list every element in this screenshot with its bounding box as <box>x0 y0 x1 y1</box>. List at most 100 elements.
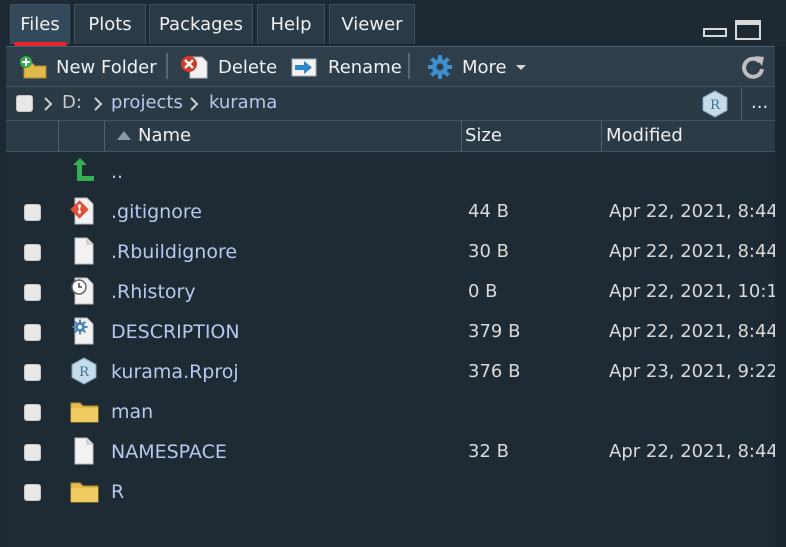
table-row[interactable]: DESCRIPTION 379 B Apr 22, 2021, 8:44 <box>6 312 778 352</box>
file-name-link[interactable]: .gitignore <box>111 192 202 232</box>
table-row[interactable]: R <box>6 472 775 512</box>
column-header-modified[interactable]: Modified <box>606 121 683 151</box>
svg-text:R: R <box>79 365 90 380</box>
path-divider <box>741 87 742 121</box>
file-name-link[interactable]: .Rbuildignore <box>111 232 237 272</box>
toolbar-divider <box>408 53 410 79</box>
maximize-icon[interactable] <box>735 20 761 40</box>
rproject-icon[interactable]: R <box>702 90 728 118</box>
minimize-icon[interactable] <box>703 20 727 38</box>
file-name-link[interactable]: man <box>111 392 153 432</box>
file-modified: Apr 22, 2021, 8:44 <box>609 321 778 342</box>
folder-icon <box>70 482 99 503</box>
tab-viewer[interactable]: Viewer <box>329 4 415 44</box>
pane-edge <box>775 46 786 547</box>
file-modified: Apr 22, 2021, 8:44 <box>609 441 778 462</box>
history-file-icon <box>71 277 94 305</box>
new-folder-icon <box>20 56 47 79</box>
tab-label: Packages <box>159 14 243 35</box>
file-size: 376 B <box>468 361 521 382</box>
row-checkbox[interactable] <box>24 484 41 501</box>
rename-icon <box>291 58 317 77</box>
column-header-size[interactable]: Size <box>465 121 502 151</box>
breadcrumb-kurama[interactable]: kurama <box>209 87 277 121</box>
file-name-link[interactable]: .. <box>111 152 123 192</box>
file-size: 30 B <box>468 241 509 262</box>
git-file-icon <box>70 197 94 225</box>
folder-icon <box>70 402 99 423</box>
table-row[interactable]: man <box>6 392 775 432</box>
file-name-link[interactable]: kurama.Rproj <box>111 352 239 392</box>
chevron-down-icon <box>515 65 526 70</box>
file-name-link[interactable]: DESCRIPTION <box>111 312 240 352</box>
column-header-name[interactable]: Name <box>138 121 191 151</box>
breadcrumb-separator-icon <box>44 97 53 111</box>
file-name-link[interactable]: R <box>111 472 124 512</box>
tab-label: Plots <box>88 14 132 35</box>
toolbar-divider <box>166 53 168 79</box>
file-modified: Apr 22, 2021, 8:44 <box>609 241 778 262</box>
file-modified: Apr 22, 2021, 10:1 <box>609 281 778 302</box>
tab-plots[interactable]: Plots <box>74 4 146 44</box>
column-divider <box>461 121 462 151</box>
breadcrumb-projects[interactable]: projects <box>111 87 183 121</box>
file-size: 44 B <box>468 201 509 222</box>
tab-packages[interactable]: Packages <box>149 4 253 44</box>
file-icon <box>74 237 94 265</box>
file-size: 0 B <box>468 281 498 302</box>
svg-text:R: R <box>710 98 721 113</box>
delete-icon <box>181 56 208 79</box>
tab-help[interactable]: Help <box>257 4 325 44</box>
more-menu-button[interactable]: More <box>426 47 529 87</box>
tab-label: Help <box>270 14 312 35</box>
more-label: More <box>462 56 507 78</box>
row-checkbox[interactable] <box>24 444 41 461</box>
refresh-icon[interactable] <box>740 54 766 80</box>
table-row[interactable]: R kurama.Rproj 376 B Apr 23, 2021, 9:22 <box>6 352 778 392</box>
file-size: 32 B <box>468 441 509 462</box>
rename-button[interactable]: Rename <box>290 47 402 87</box>
row-checkbox[interactable] <box>24 364 41 381</box>
tab-bar: Files Plots Packages Help Viewer <box>0 0 786 46</box>
description-file-icon <box>72 317 94 345</box>
column-divider <box>601 121 602 151</box>
new-folder-button[interactable]: New Folder <box>18 47 157 87</box>
select-all-checkbox[interactable] <box>16 95 33 112</box>
table-row[interactable]: .Rbuildignore 30 B Apr 22, 2021, 8:44 <box>6 232 778 272</box>
file-name-link[interactable]: .Rhistory <box>111 272 196 312</box>
row-checkbox[interactable] <box>24 324 41 341</box>
file-modified: Apr 22, 2021, 8:44 <box>609 201 778 222</box>
table-header: Name Size Modified <box>6 120 775 152</box>
column-divider <box>104 121 105 151</box>
sort-ascending-icon <box>117 131 131 140</box>
file-modified: Apr 23, 2021, 9:22 <box>609 361 778 382</box>
row-checkbox[interactable] <box>24 204 41 221</box>
table-row[interactable]: .Rhistory 0 B Apr 22, 2021, 10:1 <box>6 272 778 312</box>
new-folder-label: New Folder <box>56 56 157 78</box>
file-size: 379 B <box>468 321 521 342</box>
tab-files[interactable]: Files <box>10 4 70 44</box>
tab-label: Viewer <box>341 14 403 35</box>
delete-label: Delete <box>218 56 278 78</box>
breadcrumb-separator-icon <box>94 97 103 111</box>
breadcrumb: D: projects kurama R ... <box>6 86 775 121</box>
go-to-directory-button[interactable]: ... <box>751 87 768 121</box>
column-divider <box>58 121 59 151</box>
delete-button[interactable]: Delete <box>180 47 277 87</box>
file-name-link[interactable]: NAMESPACE <box>111 432 227 472</box>
gear-icon <box>428 55 452 79</box>
breadcrumb-drive[interactable]: D: <box>62 87 82 121</box>
parent-dir-icon <box>73 158 94 181</box>
file-icon <box>74 437 94 465</box>
file-list: .. .gitignore 44 B Apr 22, 2021, 8:44 .R… <box>6 152 778 547</box>
table-row[interactable]: NAMESPACE 32 B Apr 22, 2021, 8:44 <box>6 432 778 472</box>
table-row[interactable]: .gitignore 44 B Apr 22, 2021, 8:44 <box>6 192 778 232</box>
row-checkbox[interactable] <box>24 244 41 261</box>
tab-label: Files <box>20 14 60 35</box>
rproj-file-icon: R <box>71 357 97 385</box>
table-row[interactable]: .. <box>6 152 775 192</box>
row-checkbox[interactable] <box>24 404 41 421</box>
row-checkbox[interactable] <box>24 284 41 301</box>
rename-label: Rename <box>328 56 402 78</box>
files-toolbar: New Folder Delete Rename More <box>6 46 775 87</box>
